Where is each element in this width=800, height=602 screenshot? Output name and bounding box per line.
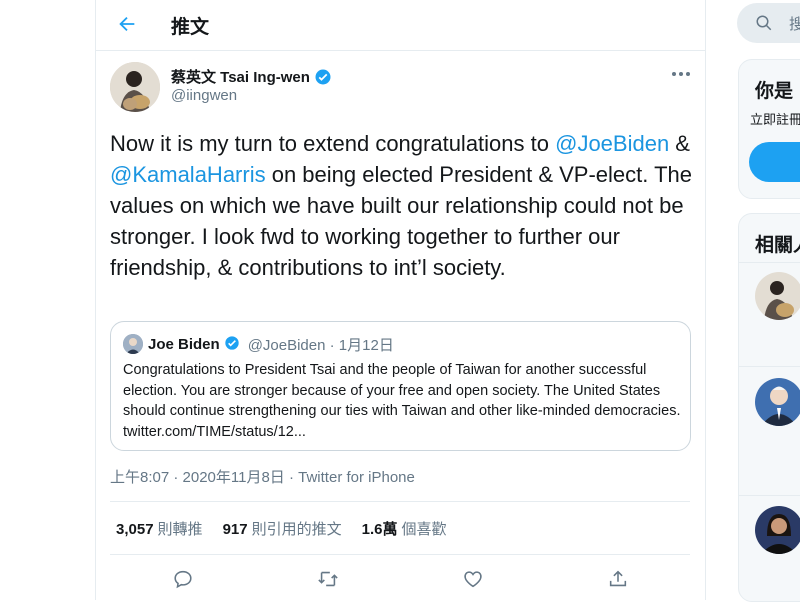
heart-icon (464, 571, 482, 588)
page-header: 推文 (96, 0, 705, 51)
tweet-text-part: Now it is my turn to extend congratulati… (110, 131, 556, 156)
more-options-button[interactable] (670, 64, 692, 84)
retweets-count: 3,057 (116, 521, 154, 538)
timestamp-time[interactable]: 上午8:07 · 2020年11月8日 · (110, 469, 298, 486)
retweets-label: 則轉推 (157, 521, 203, 538)
search-icon (756, 15, 772, 31)
author-name-text: 蔡英文 Tsai Ing-wen (171, 69, 310, 86)
related-avatar[interactable] (755, 272, 800, 320)
related-avatar[interactable] (755, 378, 800, 426)
author-avatar[interactable] (110, 62, 160, 112)
likes-label: 個喜歡 (401, 521, 447, 538)
signup-title: 你是 (755, 81, 794, 102)
quoted-tweet-text: Congratulations to President Tsai and th… (123, 362, 681, 440)
back-arrow-icon (119, 16, 135, 32)
mention-link[interactable]: @JoeBiden (555, 131, 669, 156)
share-icon (609, 570, 627, 587)
related-title: 相關人 (755, 235, 800, 256)
quoted-author-avatar (123, 334, 143, 354)
tweet-text-part: & (669, 131, 690, 156)
quotes-count: 917 (222, 521, 248, 538)
divider (110, 501, 690, 502)
quoted-tweet-meta: @JoeBiden · 1月12日 (247, 337, 394, 354)
author-handle[interactable]: @iingwen (171, 87, 237, 104)
quoted-tweet-card[interactable]: Joe Biden @JoeBiden · 1月12日 Congratulati… (110, 321, 691, 451)
verified-badge-icon (224, 335, 240, 355)
tweet-detail-column: 推文 蔡英文 Tsai Ing-wen @iingwen Now it is m… (96, 0, 705, 600)
quoted-tweet-header: Joe Biden @JoeBiden · 1月12日 (148, 334, 394, 355)
likes-count: 1.6萬 (361, 521, 398, 538)
tweet-source-link[interactable]: Twitter for iPhone (298, 469, 415, 486)
related-people-card: 相關人 (738, 213, 800, 602)
search-placeholder: 搜 (789, 16, 800, 33)
likes-stat[interactable]: 1.6萬 個喜歡 (362, 518, 447, 539)
tweet-text: Now it is my turn to extend congratulati… (110, 128, 700, 283)
more-dots-icon (672, 72, 690, 76)
search-bar[interactable]: 搜 (737, 3, 800, 43)
share-button[interactable] (603, 564, 633, 594)
related-avatar[interactable] (755, 506, 800, 554)
divider (739, 262, 800, 263)
quotes-stat[interactable]: 917 則引用的推文 (223, 518, 342, 539)
quotes-label: 則引用的推文 (251, 521, 342, 538)
page-title: 推文 (171, 17, 210, 38)
divider (110, 554, 690, 555)
signup-subtitle: 立即註冊 (750, 112, 800, 127)
mention-link[interactable]: @KamalaHarris (110, 162, 266, 187)
signup-button[interactable] (749, 142, 800, 182)
quoted-author-name: Joe Biden (148, 336, 220, 353)
tweet-actions (96, 562, 705, 596)
divider (739, 366, 800, 367)
signup-card: 你是 立即註冊 (738, 59, 800, 199)
tweet-timestamp: 上午8:07 · 2020年11月8日 · Twitter for iPhone (110, 466, 415, 487)
divider (739, 495, 800, 496)
retweet-button[interactable] (313, 564, 343, 594)
verified-badge-icon (314, 68, 332, 86)
retweets-stat[interactable]: 3,057 則轉推 (116, 518, 203, 539)
back-button[interactable] (112, 9, 142, 39)
reply-icon (174, 570, 192, 589)
like-button[interactable] (458, 564, 488, 594)
author-name[interactable]: 蔡英文 Tsai Ing-wen (171, 66, 332, 87)
reply-button[interactable] (168, 564, 198, 594)
right-column-border (705, 0, 706, 600)
retweet-icon (318, 571, 338, 587)
tweet-stats: 3,057 則轉推 917 則引用的推文 1.6萬 個喜歡 (116, 518, 446, 539)
